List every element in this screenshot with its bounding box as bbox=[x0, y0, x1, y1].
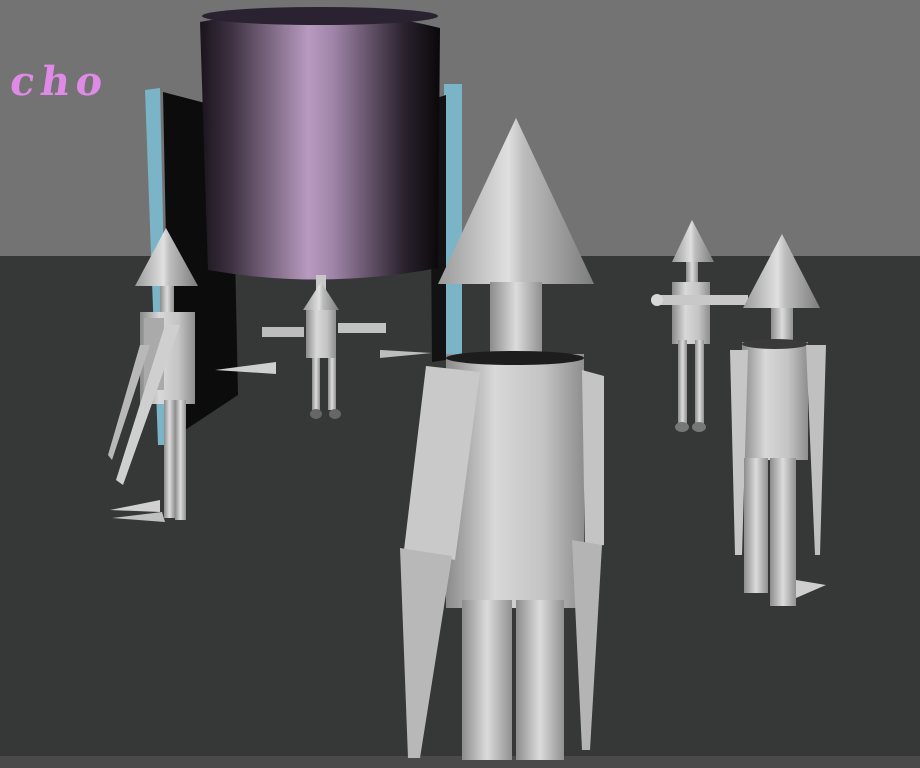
bottom-bar bbox=[0, 756, 920, 768]
blue-pillar-right bbox=[444, 84, 462, 370]
billboard-text: cho bbox=[7, 58, 112, 105]
3d-game-viewport[interactable]: cho bbox=[0, 0, 920, 768]
cylinder-tower[interactable] bbox=[200, 7, 440, 280]
